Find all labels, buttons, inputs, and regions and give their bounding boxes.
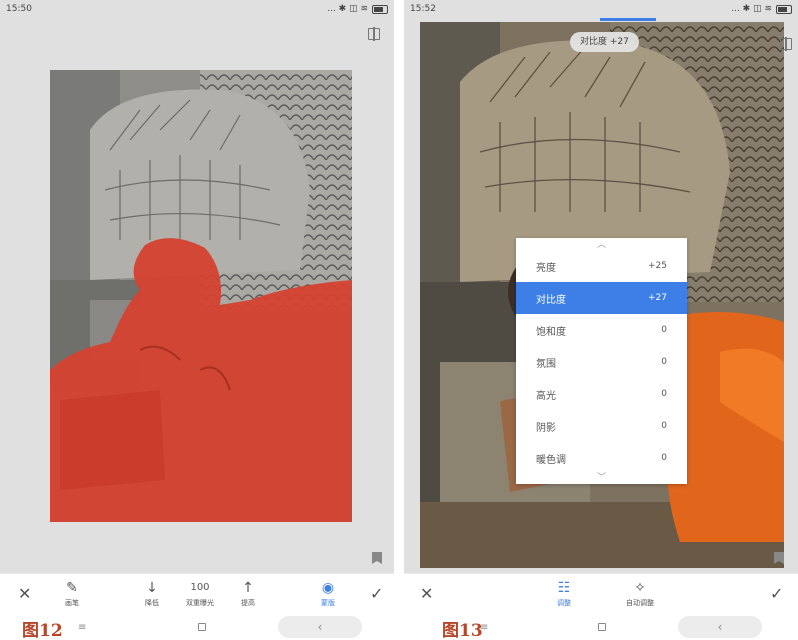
apply-button[interactable]: ✓ (770, 584, 783, 604)
home-icon[interactable] (598, 623, 606, 631)
menu-label: 氛围 (536, 358, 556, 370)
tool-brush[interactable]: ✎ 画笔 (44, 574, 100, 614)
masked-photo (50, 70, 352, 522)
arrow-up-icon: ↑ (242, 580, 254, 596)
close-button[interactable]: ✕ (18, 584, 31, 604)
sliders-icon: ☷ (557, 580, 571, 596)
status-bar: 15:50 ... ✱ ◫ ≋ (0, 0, 394, 18)
tool-label: 调整 (557, 599, 571, 607)
status-icons: ... ✱ ◫ ≋ (327, 4, 368, 14)
screenshot-right: 15:52 ... ✱ ◫ ≋ 对比度 +27 ︿ 亮度 +25 对比度 +27… (404, 0, 798, 640)
tool-mask[interactable]: ◉ 蒙版 (300, 574, 356, 614)
menu-label: 对比度 (536, 294, 566, 306)
screenshot-left: 15:50 ... ✱ ◫ ≋ ✕ ✎ 画笔 ↓ 降低 100 双重曝光 ↑ 提… (0, 0, 394, 640)
home-icon[interactable] (198, 623, 206, 631)
menu-label: 亮度 (536, 262, 556, 274)
menu-item-contrast[interactable]: 对比度 +27 (516, 282, 687, 314)
magic-wand-icon: ✧ (634, 580, 646, 596)
tool-auto-adjust[interactable]: ✧ 自动调整 (612, 574, 668, 614)
menu-item-brightness[interactable]: 亮度 +25 (516, 250, 687, 282)
menu-item-shadows[interactable]: 阴影 0 (516, 410, 687, 442)
tool-increase[interactable]: ↑ 提高 (220, 574, 276, 614)
tool-label: 蒙版 (321, 599, 335, 607)
tool-label: 画笔 (65, 599, 79, 607)
status-time: 15:52 (410, 4, 436, 14)
tab-indicator (600, 18, 656, 21)
chevron-up-icon[interactable]: ︿ (516, 240, 687, 250)
tool-label: 自动调整 (626, 599, 654, 607)
eye-icon: ◉ (321, 580, 335, 596)
battery-icon (776, 4, 792, 14)
menu-value: 0 (661, 453, 667, 463)
status-bar: 15:52 ... ✱ ◫ ≋ (404, 0, 798, 18)
compare-icon[interactable] (780, 37, 792, 51)
brush-icon: ✎ (66, 580, 78, 596)
apply-button[interactable]: ✓ (370, 584, 383, 604)
menu-item-saturation[interactable]: 饱和度 0 (516, 314, 687, 346)
menu-label: 饱和度 (536, 326, 566, 338)
tool-tune[interactable]: ☷ 调整 (536, 574, 592, 614)
menu-value: 0 (661, 357, 667, 367)
figure-caption: 图13 (442, 621, 483, 640)
bottom-toolbar: ✕ ☷ 调整 ✧ 自动调整 ✓ (404, 573, 798, 614)
back-button[interactable]: ‹ (278, 616, 362, 638)
compare-icon[interactable] (368, 27, 380, 41)
menu-value: 0 (661, 389, 667, 399)
menu-value: 0 (661, 421, 667, 431)
status-time: 15:50 (6, 4, 32, 14)
close-button[interactable]: ✕ (420, 584, 433, 604)
menu-item-warmth[interactable]: 暖色调 0 (516, 442, 687, 474)
menu-value: 0 (661, 325, 667, 335)
menu-value: +27 (648, 293, 667, 303)
value-toast: 对比度 +27 (570, 32, 639, 52)
arrow-down-icon: ↓ (146, 580, 158, 596)
menu-label: 暖色调 (536, 454, 566, 466)
back-button[interactable]: ‹ (678, 616, 762, 638)
figure-caption: 图12 (22, 621, 63, 640)
menu-value: +25 (648, 261, 667, 271)
battery-icon (372, 4, 388, 14)
bottom-toolbar: ✕ ✎ 画笔 ↓ 降低 100 双重曝光 ↑ 提高 ◉ 蒙版 ✓ (0, 573, 394, 614)
menu-label: 阴影 (536, 422, 556, 434)
menu-item-ambiance[interactable]: 氛围 0 (516, 346, 687, 378)
menu-label: 高光 (536, 390, 556, 402)
tool-label: 双重曝光 (186, 599, 214, 607)
tool-label: 降低 (145, 599, 159, 607)
photo-canvas[interactable] (50, 70, 352, 522)
chevron-down-icon[interactable]: ﹀ (516, 473, 687, 483)
menu-icon[interactable]: ≡ (78, 622, 86, 633)
adjust-menu: ︿ 亮度 +25 对比度 +27 饱和度 0 氛围 0 高光 0 阴影 0 暖色… (516, 238, 687, 484)
status-icons: ... ✱ ◫ ≋ (731, 4, 772, 14)
menu-item-highlights[interactable]: 高光 0 (516, 378, 687, 410)
tool-label: 提高 (241, 599, 255, 607)
tool-value: 100 (190, 582, 210, 593)
bookmark-icon[interactable] (372, 552, 382, 564)
